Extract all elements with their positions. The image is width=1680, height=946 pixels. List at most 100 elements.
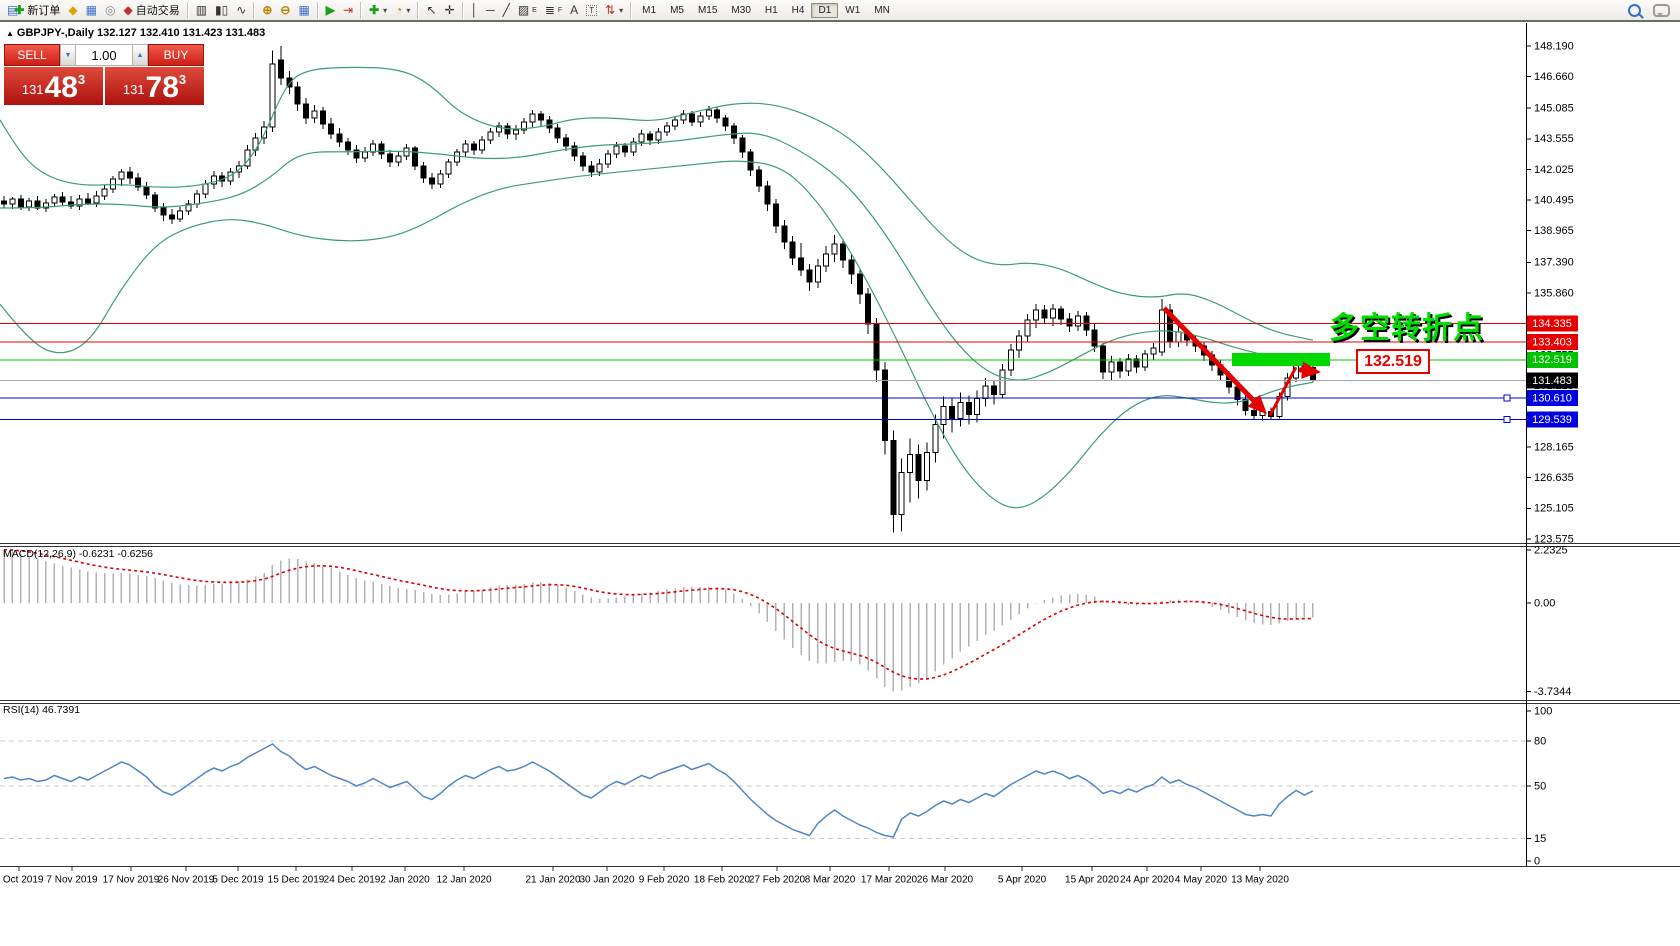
horizontal-line-icon: ─ <box>486 4 495 16</box>
timeframe-h4[interactable]: H4 <box>785 3 812 18</box>
toolbar-separator <box>630 2 632 19</box>
chat-icon[interactable] <box>1653 4 1670 17</box>
one-click-trading-panel: SELL ▼ 1.00 ▲ BUY 131483 131783 <box>4 44 204 105</box>
chevron-down-icon: ▾ <box>619 6 623 15</box>
text-button[interactable]: A <box>566 0 582 20</box>
sell-button[interactable]: SELL <box>4 44 60 66</box>
svg-text:80: 80 <box>1534 735 1546 747</box>
text-label-icon: T <box>586 5 597 16</box>
svg-text:7 Nov 2019: 7 Nov 2019 <box>46 875 98 886</box>
auto-trading-label: 自动交易 <box>136 2 180 18</box>
svg-text:145.085: 145.085 <box>1534 103 1574 115</box>
bid-price-button[interactable]: 131483 <box>4 67 103 105</box>
svg-text:26 Nov 2019: 26 Nov 2019 <box>158 875 215 886</box>
volume-up-button[interactable]: ▲ <box>132 44 148 66</box>
trendline-button[interactable]: ╱ <box>499 0 514 20</box>
channel-icon: ▨ <box>518 4 529 16</box>
svg-text:24 Apr 2020: 24 Apr 2020 <box>1120 875 1174 886</box>
rsi-label: RSI(14) 46.7391 <box>3 704 80 716</box>
ask-big: 78 <box>146 75 179 101</box>
vertical-line-button[interactable]: │ <box>467 0 483 20</box>
market-watch-button[interactable]: ◆ <box>64 0 81 20</box>
volume-down-button[interactable]: ▼ <box>60 44 76 66</box>
timeframe-m5[interactable]: M5 <box>663 3 691 18</box>
horizontal-line-button[interactable]: ─ <box>482 0 499 20</box>
zoom-out-icon: ⊖ <box>280 4 290 16</box>
svg-text:134.335: 134.335 <box>1532 318 1572 330</box>
zoom-in-button[interactable]: ⊕ <box>258 0 276 20</box>
arrows-icon: ⇅ <box>605 4 615 16</box>
buy-button[interactable]: BUY <box>148 44 204 66</box>
candlestick-button[interactable]: ▮▯ <box>211 0 232 20</box>
new-chart-icon: ✚ <box>369 4 379 16</box>
clock-icon: ◔ <box>395 4 402 16</box>
svg-text:12 Jan 2020: 12 Jan 2020 <box>436 875 491 886</box>
bar-chart-button[interactable]: ▥ <box>192 0 211 20</box>
svg-text:15 Dec 2019: 15 Dec 2019 <box>268 875 325 886</box>
timeframe-mn[interactable]: MN <box>867 3 897 18</box>
vertical-line-icon: │ <box>471 4 479 16</box>
collapse-icon: ▲ <box>6 29 14 38</box>
text-label-button[interactable]: T <box>582 0 601 20</box>
volume-input[interactable]: 1.00 <box>76 44 132 66</box>
svg-text:130.610: 130.610 <box>1532 392 1572 404</box>
toolbar-separator <box>360 2 362 19</box>
toolbar-separator <box>317 2 319 19</box>
ask-price-button[interactable]: 131783 <box>105 67 204 105</box>
symbol-ohlc: 132.127 132.410 131.423 131.483 <box>97 27 265 39</box>
svg-text:0: 0 <box>1534 855 1540 867</box>
timeframe-w1[interactable]: W1 <box>838 3 867 18</box>
svg-text:21 Jan 2020: 21 Jan 2020 <box>525 875 580 886</box>
svg-text:100: 100 <box>1534 705 1552 717</box>
crosshair-button[interactable]: ✛ <box>441 0 459 20</box>
auto-trading-button[interactable]: ◆ 自动交易 <box>119 0 183 20</box>
svg-text:17 Nov 2019: 17 Nov 2019 <box>103 875 160 886</box>
mt4-window: ▤✚ 新订单 ◆ ▦ ◎ ◆ 自动交易 ▥ ▮▯ ∿ ⊕ ⊖ ▦ ▶ ⇥ ✚▾ … <box>0 0 1680 946</box>
crosshair-icon: ✛ <box>445 4 455 16</box>
svg-text:27 Feb 2020: 27 Feb 2020 <box>749 875 806 886</box>
chart-area[interactable]: 148.190146.660145.085143.555142.025140.4… <box>0 0 1680 946</box>
timeframe-m15[interactable]: M15 <box>691 3 724 18</box>
toolbar-separator <box>253 2 255 19</box>
history-center-button[interactable]: ▦ <box>82 0 101 20</box>
chevron-down-icon: ▾ <box>383 6 387 15</box>
svg-text:5 Apr 2020: 5 Apr 2020 <box>998 875 1047 886</box>
timeframe-h1[interactable]: H1 <box>758 3 785 18</box>
svg-text:135.860: 135.860 <box>1534 287 1574 299</box>
signal-button[interactable]: ◎ <box>101 0 119 20</box>
cursor-button[interactable]: ↖ <box>422 0 440 20</box>
line-chart-button[interactable]: ∿ <box>232 0 250 20</box>
tile-windows-button[interactable]: ▦ <box>294 0 313 20</box>
new-chart-button[interactable]: ✚▾ <box>365 0 391 20</box>
auto-scroll-button[interactable]: ▶ <box>322 0 339 20</box>
fibonacci-button[interactable]: ≣F <box>541 0 566 20</box>
arrows-button[interactable]: ⇅▾ <box>601 0 627 20</box>
toolbar-right <box>1628 4 1670 17</box>
symbol-header: ▲GBPJPY-,Daily 132.127 132.410 131.423 1… <box>6 27 265 39</box>
periods-button[interactable]: ◔▾ <box>391 0 414 20</box>
timeframe-m1[interactable]: M1 <box>635 3 663 18</box>
svg-text:50: 50 <box>1534 780 1546 792</box>
search-icon[interactable] <box>1628 4 1641 17</box>
auto-trading-icon: ◆ <box>123 4 132 16</box>
svg-text:126.635: 126.635 <box>1534 472 1574 484</box>
svg-text:143.555: 143.555 <box>1534 133 1574 145</box>
new-order-button[interactable]: ▤✚ 新订单 <box>3 0 64 20</box>
timeframe-d1[interactable]: D1 <box>811 3 838 18</box>
timeframe-m30[interactable]: M30 <box>724 3 757 18</box>
svg-text:4 May 2020: 4 May 2020 <box>1175 875 1228 886</box>
svg-text:128.165: 128.165 <box>1534 441 1574 453</box>
ask-sup: 3 <box>179 72 186 87</box>
trendline-icon: ╱ <box>503 4 510 16</box>
svg-text:146.660: 146.660 <box>1534 71 1574 83</box>
bid-sup: 3 <box>78 72 85 87</box>
tile-windows-icon: ▦ <box>298 4 309 16</box>
zoom-out-button[interactable]: ⊖ <box>276 0 294 20</box>
svg-text:18 Feb 2020: 18 Feb 2020 <box>694 875 751 886</box>
symbol-name: GBPJPY-,Daily <box>17 27 94 39</box>
gold-icon: ◆ <box>68 4 77 16</box>
chart-shift-button[interactable]: ⇥ <box>339 0 357 20</box>
new-order-plus-icon: ✚ <box>14 4 24 16</box>
channel-button[interactable]: ▨E <box>514 0 541 20</box>
fibonacci-icon: ≣ <box>545 4 555 16</box>
